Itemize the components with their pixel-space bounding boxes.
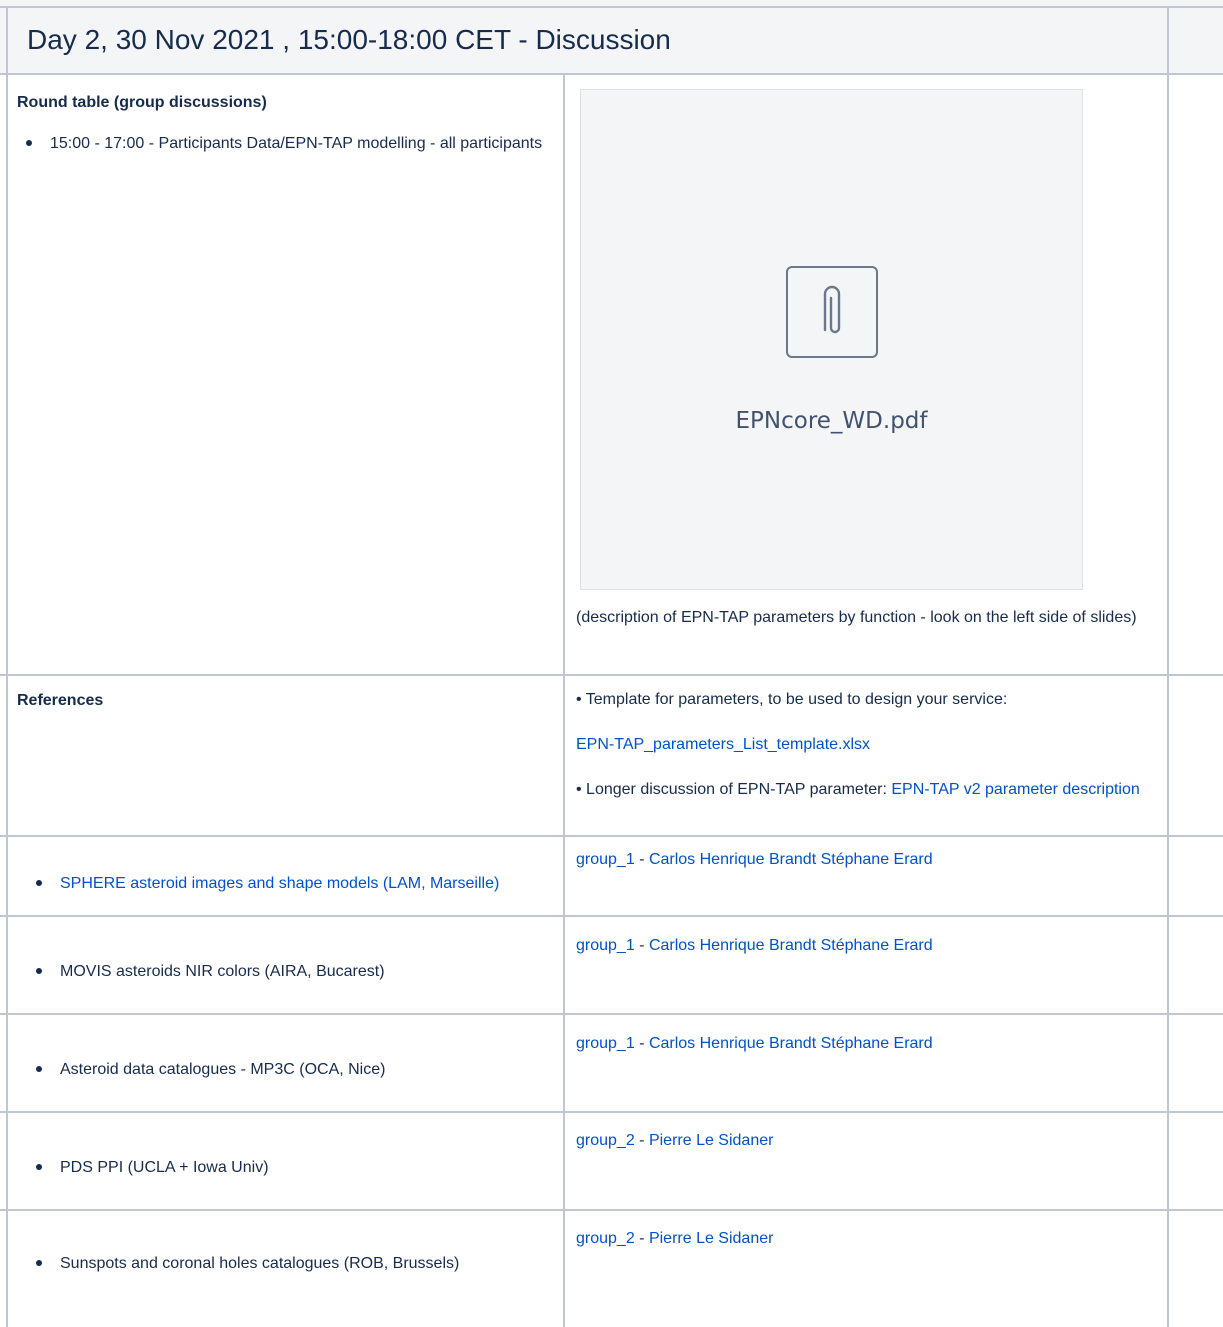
people-link[interactable]: Pierre Le Sidaner: [649, 1230, 774, 1247]
references-label: References: [17, 692, 104, 709]
divider: [0, 1209, 1223, 1211]
sphere-link[interactable]: SPHERE asteroid images and shape models …: [60, 875, 499, 892]
list-item: SPHERE asteroid images and shape models …: [27, 874, 547, 894]
row-item-text: Sunspots and coronal holes catalogues (R…: [27, 1254, 547, 1274]
epn-tap-v2-link[interactable]: EPN-TAP v2 parameter description: [891, 781, 1139, 798]
separator: -: [634, 851, 649, 868]
references-line-2-text: • Longer discussion of EPN-TAP parameter…: [576, 781, 892, 798]
table-row: group_1 - Carlos Henrique Brandt Stéphan…: [576, 1034, 1156, 1054]
people-link[interactable]: Pierre Le Sidaner: [649, 1132, 774, 1149]
list-item: MOVIS asteroids NIR colors (AIRA, Bucare…: [27, 962, 547, 982]
divider: [0, 6, 1223, 8]
paperclip-icon: [786, 266, 878, 358]
group-link[interactable]: group_1: [576, 851, 635, 868]
page-title: Day 2, 30 Nov 2021 , 15:00-18:00 CET - D…: [27, 24, 671, 55]
row-item-text: Asteroid data catalogues - MP3C (OCA, Ni…: [27, 1060, 547, 1080]
attachment-filename: EPNcore_WD.pdf: [735, 408, 928, 434]
table-row: group_1 - Carlos Henrique Brandt Stéphan…: [576, 936, 1156, 956]
separator: -: [634, 937, 649, 954]
list-item: PDS PPI (UCLA + Iowa Univ): [27, 1158, 547, 1178]
divider: [6, 6, 8, 1327]
group-link[interactable]: group_1: [576, 1035, 635, 1052]
group-link[interactable]: group_2: [576, 1132, 635, 1149]
round-table-title: Round table (group discussions): [17, 94, 267, 111]
group-link[interactable]: group_2: [576, 1230, 635, 1247]
divider: [1167, 6, 1169, 1327]
people-link[interactable]: Carlos Henrique Brandt Stéphane Erard: [649, 1035, 933, 1052]
group-link[interactable]: group_1: [576, 937, 635, 954]
template-link[interactable]: EPN-TAP_parameters_List_template.xlsx: [576, 735, 870, 755]
table-row: group_1 - Carlos Henrique Brandt Stéphan…: [576, 850, 1156, 870]
divider: [563, 74, 565, 1327]
list-item: Sunspots and coronal holes catalogues (R…: [27, 1254, 547, 1274]
people-link[interactable]: Carlos Henrique Brandt Stéphane Erard: [649, 937, 933, 954]
list-item: 15:00 - 17:00 - Participants Data/EPN-TA…: [17, 134, 547, 154]
divider: [0, 835, 1223, 837]
divider: [0, 1013, 1223, 1015]
pdf-attachment-preview[interactable]: EPNcore_WD.pdf: [580, 89, 1083, 590]
table-row: group_2 - Pierre Le Sidaner: [576, 1131, 1156, 1151]
references-line-1: • Template for parameters, to be used to…: [576, 691, 1008, 708]
separator: -: [634, 1035, 649, 1052]
divider: [0, 915, 1223, 917]
divider: [0, 1111, 1223, 1113]
divider: [0, 73, 1223, 75]
table-row: group_2 - Pierre Le Sidaner: [576, 1229, 1156, 1249]
row-item-text: PDS PPI (UCLA + Iowa Univ): [27, 1158, 547, 1178]
divider: [0, 674, 1223, 676]
people-link[interactable]: Carlos Henrique Brandt Stéphane Erard: [649, 851, 933, 868]
separator: -: [634, 1132, 649, 1149]
row-item-text: MOVIS asteroids NIR colors (AIRA, Bucare…: [27, 962, 547, 982]
round-table-list: 15:00 - 17:00 - Participants Data/EPN-TA…: [17, 134, 547, 154]
references-line-2: • Longer discussion of EPN-TAP parameter…: [576, 780, 1156, 800]
attachment-caption: (description of EPN-TAP parameters by fu…: [576, 609, 1137, 626]
list-item: Asteroid data catalogues - MP3C (OCA, Ni…: [27, 1060, 547, 1080]
separator: -: [634, 1230, 649, 1247]
